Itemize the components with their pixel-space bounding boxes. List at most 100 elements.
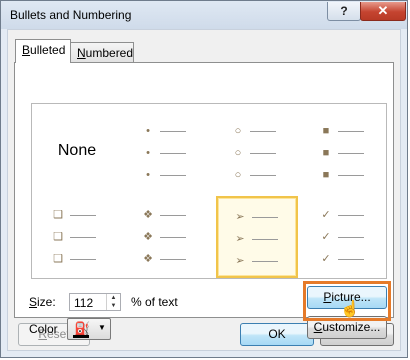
bullet-preview-row: ❖	[140, 252, 196, 266]
bullet-preview-line	[160, 237, 186, 238]
box-bullet-icon: ❑	[53, 253, 63, 265]
bullet-preview-row: ✓	[318, 230, 374, 244]
bullet-preview-row: ➢	[232, 232, 288, 246]
bullet-preview-row: ○	[230, 168, 286, 182]
bullet-preview-row: ✓	[318, 252, 374, 266]
bullet-preview-line	[160, 153, 186, 154]
bullet-preview-line	[250, 175, 276, 176]
mouse-pointer-icon: ☝	[340, 301, 360, 318]
arrowhead-bullet-icon: ➢	[235, 255, 245, 267]
bullet-preview-line	[252, 217, 278, 218]
small-dot-bullet-icon: •	[146, 169, 150, 181]
dialog-window: Bullets and Numbering ? ✕ Bulleted Numbe…	[0, 0, 408, 358]
bullet-preview-row: ❑	[50, 252, 106, 266]
box-bullet-icon: ❑	[53, 231, 63, 243]
bullet-gallery: None • • • ○ ○ ○ ■ ■ ■ ❑ ❑ ❑ ❖ ❖ ❖ ➢ ➢ ➢ ✓ ✓ ✓	[31, 103, 387, 279]
bullet-option[interactable]: ○ ○ ○	[216, 112, 298, 194]
customize-button-mnemonic: C	[313, 320, 323, 334]
size-spinner[interactable]: 112 ▲ ▼	[69, 293, 121, 311]
ok-button[interactable]: OK	[240, 323, 314, 346]
hollow-circle-bullet-icon: ○	[234, 147, 242, 159]
bullet-preview-row: •	[140, 124, 196, 138]
bullet-option[interactable]: ❑ ❑ ❑	[36, 196, 118, 278]
checkmark-bullet-icon: ✓	[321, 231, 331, 243]
hollow-circle-bullet-icon: ○	[234, 169, 242, 181]
bullet-option[interactable]: ❖ ❖ ❖	[126, 196, 208, 278]
bullet-option[interactable]: ➢ ➢ ➢	[216, 196, 298, 278]
tab-bulleted-label: ulleted	[30, 43, 66, 57]
bullet-preview-line	[160, 175, 186, 176]
checkmark-bullet-icon: ✓	[321, 253, 331, 265]
bullet-option[interactable]: ■ ■ ■	[304, 112, 386, 194]
close-button[interactable]: ✕	[360, 2, 406, 21]
bullet-preview-row: •	[140, 168, 196, 182]
tab-bulleted-mnemonic: B	[22, 43, 31, 57]
bullet-preview-row: ❑	[50, 208, 106, 222]
bullet-preview-line	[70, 237, 96, 238]
square-bullet-icon: ■	[322, 147, 330, 159]
color-picker-button[interactable]: ⛽ ▼	[67, 318, 111, 340]
tab-numbered[interactable]: Numbered	[70, 42, 134, 62]
arrowhead-bullet-icon: ➢	[235, 233, 245, 245]
square-bullet-icon: ■	[322, 125, 330, 137]
bullet-preview-line	[338, 131, 364, 132]
customize-button-label: ustomize...	[322, 320, 381, 334]
tab-bulleted[interactable]: Bulleted	[15, 39, 71, 63]
bullet-preview-row: ■	[318, 168, 374, 182]
size-label-text: ize:	[37, 295, 56, 309]
bullet-preview-line	[250, 131, 276, 132]
bullet-preview-row: ➢	[232, 254, 288, 268]
bullet-preview-line	[338, 153, 364, 154]
arrowhead-bullet-icon: ➢	[235, 211, 245, 223]
bullet-option[interactable]: ✓ ✓ ✓	[304, 196, 386, 278]
size-label: Size:	[29, 295, 56, 309]
bullet-preview-line	[250, 153, 276, 154]
bullet-preview-line	[160, 215, 186, 216]
bullet-preview-line	[338, 237, 364, 238]
bullet-preview-row: ■	[318, 146, 374, 160]
bullet-preview-line	[338, 215, 364, 216]
help-button[interactable]: ?	[327, 2, 361, 21]
spin-up-icon[interactable]: ▲	[107, 294, 120, 302]
size-unit-label: % of text	[131, 295, 178, 309]
bullet-preview-line	[160, 259, 186, 260]
tab-numbered-mnemonic: N	[77, 46, 86, 60]
color-label: Color	[29, 322, 58, 336]
bullet-preview-line	[160, 131, 186, 132]
tab-numbered-label: umbered	[85, 46, 134, 60]
diamond-cluster-bullet-icon: ❖	[143, 231, 153, 243]
bullet-preview-row: ➢	[232, 210, 288, 224]
bullet-preview-line	[252, 261, 278, 262]
diamond-cluster-bullet-icon: ❖	[143, 253, 153, 265]
bullet-preview-line	[338, 175, 364, 176]
bulleted-panel: None • • • ○ ○ ○ ■ ■ ■ ❑ ❑ ❑ ❖ ❖ ❖ ➢ ➢ ➢ ✓ ✓ ✓ Size: 112 ▲ ▼ …	[14, 62, 394, 340]
bullet-preview-row: ○	[230, 124, 286, 138]
hollow-circle-bullet-icon: ○	[234, 125, 242, 137]
bullet-preview-row: ○	[230, 146, 286, 160]
bullet-preview-line	[70, 215, 96, 216]
box-bullet-icon: ❑	[53, 209, 63, 221]
color-swatch	[73, 335, 89, 338]
bullet-preview-row: ❖	[140, 208, 196, 222]
small-dot-bullet-icon: •	[146, 147, 150, 159]
square-bullet-icon: ■	[322, 169, 330, 181]
bullet-preview-line	[70, 259, 96, 260]
none-option-label: None	[57, 142, 97, 159]
checkmark-bullet-icon: ✓	[321, 209, 331, 221]
spin-down-icon[interactable]: ▼	[107, 302, 120, 310]
title-bar: Bullets and Numbering ? ✕	[1, 1, 407, 29]
dialog-title: Bullets and Numbering	[10, 8, 132, 22]
bullet-preview-line	[252, 239, 278, 240]
size-value[interactable]: 112	[74, 296, 93, 310]
diamond-cluster-bullet-icon: ❖	[143, 209, 153, 221]
bullet-preview-row: •	[140, 146, 196, 160]
bullet-option[interactable]: • • •	[126, 112, 208, 194]
bullet-preview-row: ✓	[318, 208, 374, 222]
bullet-preview-row: ❖	[140, 230, 196, 244]
bullet-preview-line	[338, 259, 364, 260]
bullet-preview-row: ❑	[50, 230, 106, 244]
bullet-option-none[interactable]: None	[36, 112, 118, 194]
size-spinner-buttons: ▲ ▼	[106, 294, 120, 310]
bullet-preview-row: ■	[318, 124, 374, 138]
dialog-body: Bulleted Numbered None • • • ○ ○ ○ ■ ■ ■ ❑ ❑ ❑ ❖ ❖ ❖ ➢ ➢ ➢…	[7, 29, 401, 351]
